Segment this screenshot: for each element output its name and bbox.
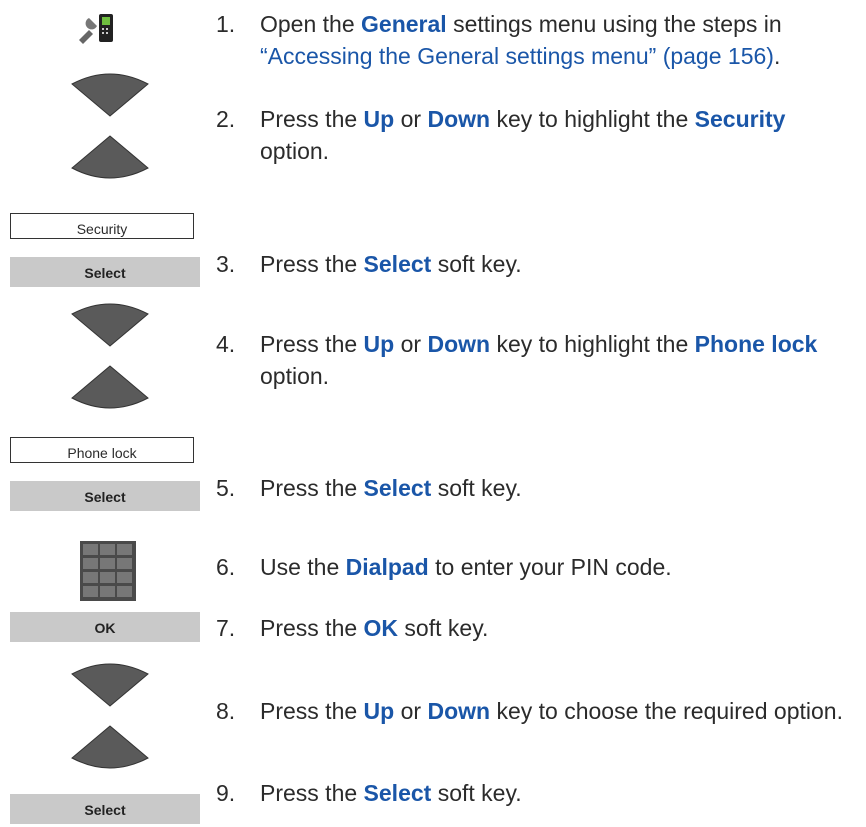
- step-text-fragment: option.: [260, 138, 330, 164]
- step-text-fragment: Press the: [260, 780, 364, 806]
- step-text-fragment: or: [394, 331, 428, 357]
- step-text-fragment: Press the: [260, 475, 364, 501]
- keyword: Down: [427, 331, 491, 357]
- keyword: Dialpad: [345, 554, 429, 580]
- keyword: Up: [363, 106, 395, 132]
- step-text-fragment: soft key.: [431, 780, 522, 806]
- step-text-fragment: soft key.: [431, 251, 522, 277]
- step-text: Press the Up or Down key to highlight th…: [260, 103, 860, 167]
- up-down-navigation-key-icon: [68, 70, 152, 182]
- step-text-fragment: Use the: [260, 554, 346, 580]
- dialpad-icon: [80, 541, 136, 601]
- step-number: 7.: [216, 615, 236, 641]
- step-text-fragment: soft key.: [398, 615, 489, 641]
- step-text-fragment: or: [394, 106, 428, 132]
- step-text-fragment: .: [773, 43, 781, 69]
- keyword: Down: [427, 106, 491, 132]
- step-number: 8.: [216, 698, 236, 724]
- step-text: Press the Up or Down key to choose the r…: [260, 695, 860, 727]
- step-number: 5.: [216, 475, 236, 501]
- step-text-fragment: Open the: [260, 11, 362, 37]
- step-text: Press the Select soft key.: [260, 248, 860, 280]
- step-text-fragment: option.: [260, 363, 330, 389]
- screen-security-option: Security: [10, 213, 194, 239]
- ok-softkey[interactable]: OK: [10, 612, 200, 642]
- step-number: 3.: [216, 251, 236, 277]
- step-number: 9.: [216, 780, 236, 806]
- up-down-navigation-key-icon: [68, 660, 152, 772]
- step-number: 6.: [216, 554, 236, 580]
- keyword: Security: [694, 106, 786, 132]
- step-text-fragment: Press the: [260, 106, 364, 132]
- keyword: Up: [363, 331, 395, 357]
- step-text-fragment: key to highlight the: [490, 106, 695, 132]
- screen-phone-lock-option: Phone lock: [10, 437, 194, 463]
- keyword: General: [361, 11, 447, 37]
- step-text: Open the General settings menu using the…: [260, 8, 860, 72]
- step-number: 4.: [216, 331, 236, 357]
- keyword: Select: [363, 475, 432, 501]
- step-text: Press the Select soft key.: [260, 472, 860, 504]
- step-text-fragment: settings menu using the steps in: [446, 11, 782, 37]
- step-text-fragment: Press the: [260, 251, 364, 277]
- step-text-fragment: Press the: [260, 331, 364, 357]
- keyword: Down: [427, 698, 491, 724]
- up-down-navigation-key-icon: [68, 300, 152, 412]
- step-text-fragment: Press the: [260, 615, 364, 641]
- step-text-fragment: Press the: [260, 698, 364, 724]
- step-text-fragment: key to choose the required option.: [490, 698, 843, 724]
- select-softkey[interactable]: Select: [10, 794, 200, 824]
- settings-phone-icon: [75, 10, 123, 46]
- step-text-fragment: to enter your PIN code.: [428, 554, 672, 580]
- select-softkey[interactable]: Select: [10, 257, 200, 287]
- keyword: Select: [363, 251, 432, 277]
- keyword: Select: [363, 780, 432, 806]
- step-text-fragment: soft key.: [431, 475, 522, 501]
- step-text: Press the OK soft key.: [260, 612, 860, 644]
- step-number: 2.: [216, 106, 236, 132]
- select-softkey[interactable]: Select: [10, 481, 200, 511]
- keyword: Up: [363, 698, 395, 724]
- cross-reference-link[interactable]: “Accessing the General settings menu” (p…: [260, 43, 774, 69]
- step-text: Press the Select soft key.: [260, 777, 860, 809]
- keyword: Phone lock: [694, 331, 818, 357]
- step-number: 1.: [216, 11, 236, 37]
- step-text: Use the Dialpad to enter your PIN code.: [260, 551, 860, 583]
- step-text-fragment: key to highlight the: [490, 331, 695, 357]
- step-text: Press the Up or Down key to highlight th…: [260, 328, 860, 392]
- step-text-fragment: or: [394, 698, 428, 724]
- keyword: OK: [363, 615, 399, 641]
